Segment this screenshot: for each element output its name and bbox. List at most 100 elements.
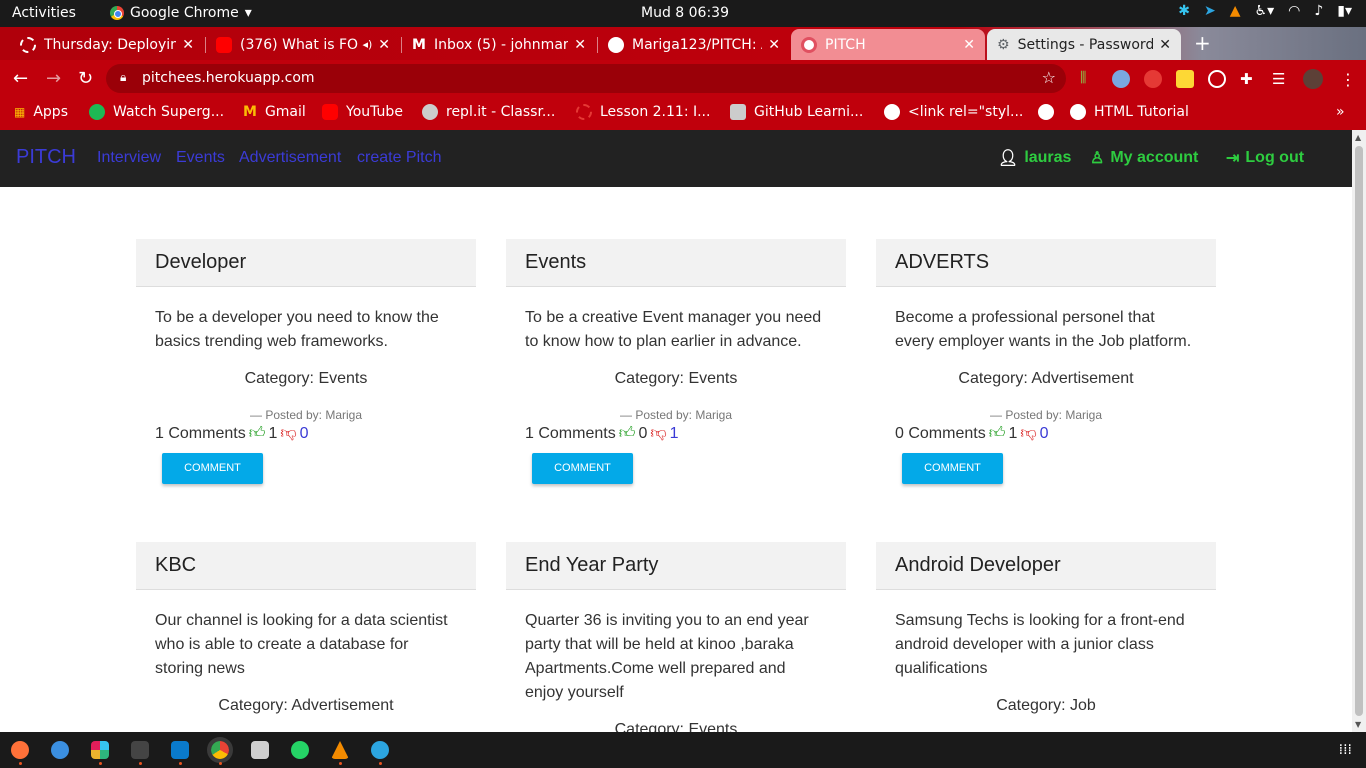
extension-ring-icon[interactable] [1208, 70, 1226, 88]
tab-github[interactable]: Mariga123/PITCH: A ✕ [598, 29, 790, 60]
menu-dots-icon[interactable]: ⋮ [1340, 70, 1358, 89]
system-tray[interactable]: ✱ ➤ ▲ ♿▾ ◠ ♪ ▮▾ [1178, 3, 1352, 19]
bookmark-label: <link rel="styl... [908, 104, 1024, 120]
battery-icon[interactable]: ▮▾ [1337, 3, 1352, 19]
bookmark-star-icon[interactable]: ☆ [1042, 68, 1056, 87]
bookmark-github[interactable]: GitHub Learni... [730, 104, 863, 120]
slack-icon[interactable] [91, 741, 109, 759]
bookmark-globe[interactable] [1038, 104, 1054, 120]
gmail-icon: M [243, 104, 257, 120]
user-outline-icon: ♙ [1090, 150, 1105, 167]
pitch-card: Events To be a creative Event manager yo… [506, 239, 846, 484]
whatsapp-icon[interactable] [291, 741, 309, 759]
scrollbar-thumb[interactable] [1355, 146, 1363, 716]
comment-button[interactable]: COMMENT [162, 453, 263, 484]
nav-create-pitch[interactable]: create Pitch [357, 149, 441, 167]
pitch-card: Android Developer Samsung Techs is looki… [876, 542, 1216, 715]
speaker-icon[interactable]: ◂) [362, 38, 372, 51]
accessibility-icon[interactable]: ♿▾ [1255, 3, 1275, 19]
site-brand[interactable]: PITCH [16, 146, 76, 169]
wifi-icon[interactable]: ◠ [1288, 3, 1300, 19]
bookmark-apps[interactable]: ▦ Apps [14, 104, 68, 120]
thumbs-up-icon[interactable]: 👍︎ [249, 424, 266, 443]
close-icon[interactable]: ✕ [963, 37, 975, 53]
page-scrollbar[interactable]: ▲ ▼ [1352, 130, 1366, 732]
vscode-icon[interactable] [171, 741, 189, 759]
playlist-icon[interactable]: ☰ [1272, 70, 1290, 88]
nav-advertisement[interactable]: Advertisement [239, 149, 341, 167]
tab-label: Inbox (5) - johnmar [433, 36, 569, 53]
close-icon[interactable]: ✕ [182, 37, 194, 53]
thumbs-up-icon[interactable]: 👍︎ [619, 424, 636, 443]
running-indicator [179, 762, 182, 765]
tab-settings[interactable]: ⚙ Settings - Password ✕ [987, 29, 1181, 60]
thumbs-down-icon[interactable]: 👎︎ [280, 424, 296, 443]
chrome-icon[interactable] [207, 737, 233, 763]
lock-icon[interactable]: 🔒︎ [120, 70, 126, 85]
puzzle-icon[interactable]: ✚ [1240, 70, 1258, 88]
pitch-title: End Year Party [506, 542, 846, 590]
app-menu[interactable]: Google Chrome ▾ [110, 5, 252, 21]
nav-events[interactable]: Events [176, 149, 225, 167]
bookmark-gmail[interactable]: M Gmail [243, 104, 306, 120]
help-icon[interactable] [51, 741, 69, 759]
bookmark-html-tutorial[interactable]: HTML Tutorial [1070, 104, 1189, 120]
scroll-down-icon[interactable]: ▼ [1355, 720, 1361, 729]
tab-youtube[interactable]: (376) What is FO ◂) ✕ [206, 29, 400, 60]
nav-my-account[interactable]: ♙ My account [1090, 148, 1198, 168]
apps-grid-icon: ▦ [14, 105, 26, 119]
show-apps-icon[interactable]: ⁞⁞⁞ [1339, 742, 1352, 758]
clock[interactable]: Mud 8 06:39 [641, 5, 729, 21]
files-icon[interactable] [251, 741, 269, 759]
bookmark-replit[interactable]: repl.it - Classr... [422, 104, 555, 120]
extension-equalizer-icon[interactable]: ⫼ [1080, 70, 1098, 88]
reload-icon[interactable]: ↻ [78, 68, 93, 89]
more-bookmarks-icon[interactable]: » [1336, 104, 1345, 120]
scroll-up-icon[interactable]: ▲ [1355, 133, 1361, 142]
bookmark-lesson[interactable]: Lesson 2.11: I... [576, 104, 710, 120]
close-icon[interactable]: ✕ [378, 37, 390, 53]
comment-button[interactable]: COMMENT [532, 453, 633, 484]
comment-button[interactable]: COMMENT [902, 453, 1003, 484]
nav-logout[interactable]: ⇥ Log out [1226, 148, 1304, 168]
tab-gmail[interactable]: M Inbox (5) - johnmar ✕ [402, 29, 596, 60]
back-icon[interactable]: ← [13, 68, 28, 89]
close-icon[interactable]: ✕ [574, 37, 586, 53]
bookmark-youtube[interactable]: YouTube [322, 104, 403, 120]
extension-hand-icon[interactable] [1144, 70, 1162, 88]
volume-icon[interactable]: ♪ [1314, 3, 1323, 19]
nav-interview[interactable]: Interview [97, 149, 161, 167]
thumbs-up-icon[interactable]: 👍︎ [989, 424, 1006, 443]
vlc-tray-icon[interactable]: ▲ [1230, 3, 1241, 19]
nav-user[interactable]: 👤︎ lauras [998, 148, 1071, 168]
running-indicator [19, 762, 22, 765]
tab-label: (376) What is FO [240, 36, 359, 53]
nav-my-account-label: My account [1110, 149, 1199, 166]
activities-button[interactable]: Activities [12, 5, 76, 21]
tab-pitch[interactable]: PITCH ✕ [791, 29, 985, 60]
terminal-icon[interactable] [131, 741, 149, 759]
bookmark-watch[interactable]: Watch Superg... [89, 104, 224, 120]
site-navbar: PITCH Interview Events Advertisement cre… [0, 130, 1352, 187]
vlc-icon[interactable] [331, 741, 349, 759]
thumbs-down-icon[interactable]: 👎︎ [1020, 424, 1036, 443]
tab-thursday[interactable]: Thursday: Deployin ✕ [10, 29, 204, 60]
telegram-tray-icon[interactable]: ➤ [1204, 3, 1216, 19]
avatar[interactable] [1303, 69, 1323, 89]
extension-notes-icon[interactable] [1176, 70, 1194, 88]
pitch-title: KBC [136, 542, 476, 590]
bookmark-link[interactable]: <link rel="styl... [884, 104, 1023, 120]
new-tab-button[interactable]: + [1194, 31, 1211, 55]
firefox-icon[interactable] [11, 741, 29, 759]
close-icon[interactable]: ✕ [768, 37, 780, 53]
close-icon[interactable]: ✕ [1159, 37, 1171, 53]
bookmark-label: YouTube [346, 104, 403, 120]
play-icon [89, 104, 105, 120]
forward-icon[interactable]: → [46, 68, 61, 89]
telegram-icon[interactable] [371, 741, 389, 759]
pitch-posted-label: Posted by: Mariga [635, 408, 733, 422]
slack-tray-icon[interactable]: ✱ [1178, 3, 1190, 19]
extension-circle-icon[interactable] [1112, 70, 1130, 88]
thumbs-down-icon[interactable]: 👎︎ [650, 424, 666, 443]
address-bar[interactable]: 🔒︎ pitchees.herokuapp.com ☆ [106, 64, 1066, 93]
